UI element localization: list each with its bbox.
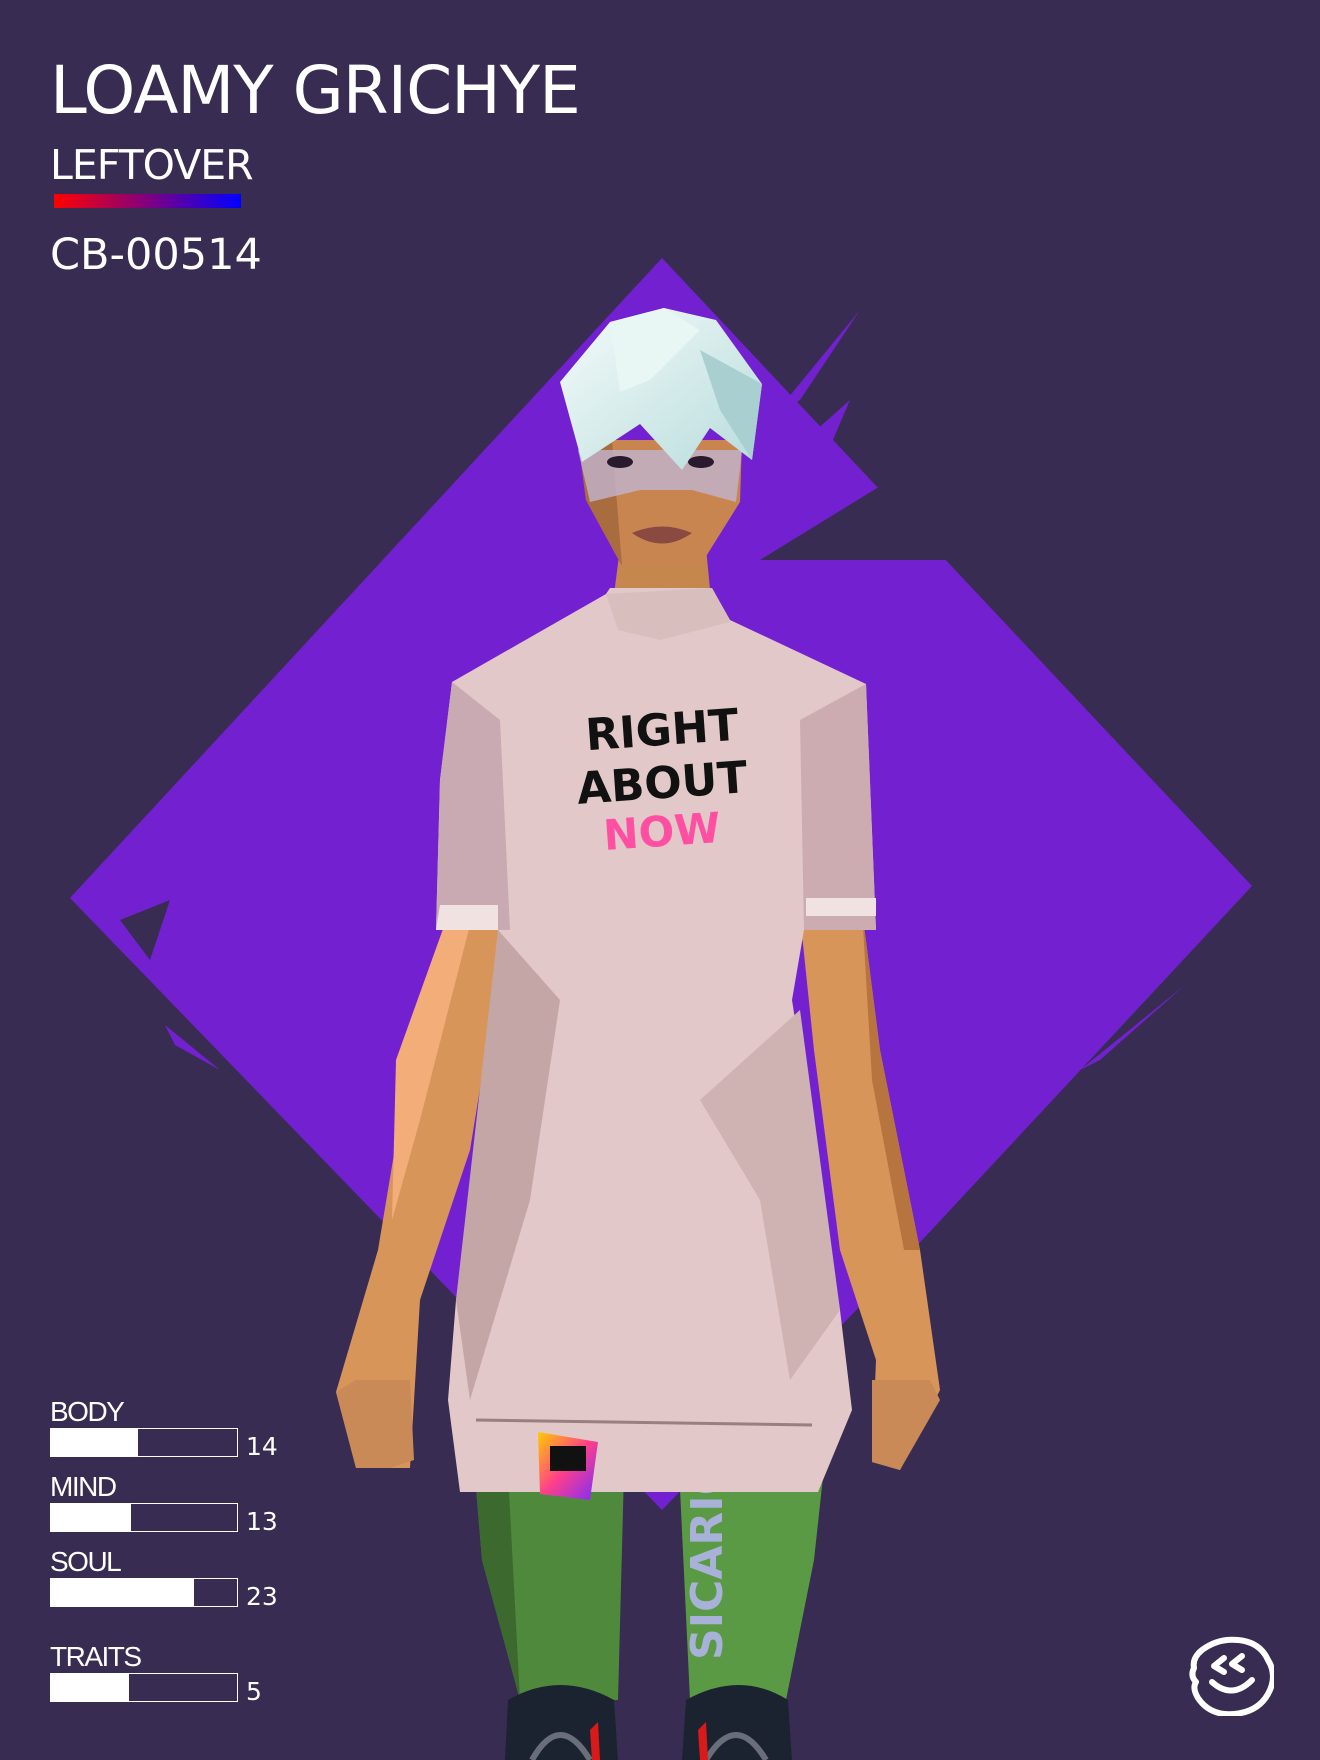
right-shoe xyxy=(682,1685,792,1760)
smiley-face-icon xyxy=(1189,1636,1274,1716)
stat-bar-fill xyxy=(51,1579,195,1606)
stat-bar xyxy=(50,1428,238,1457)
right-hand xyxy=(872,1380,940,1470)
svg-text:NOW: NOW xyxy=(602,803,722,860)
stat-bar xyxy=(50,1673,238,1702)
serial-number: CB-00514 xyxy=(50,230,262,280)
stat-traits: TRAITS 5 xyxy=(50,1643,310,1705)
cuff xyxy=(436,905,498,930)
left-shoe xyxy=(505,1685,618,1760)
stat-label: BODY xyxy=(50,1396,125,1427)
svg-text:RIGHT: RIGHT xyxy=(584,700,740,762)
stat-body: BODY 14 xyxy=(50,1398,310,1460)
stat-label: SOUL xyxy=(50,1546,122,1577)
stat-bar xyxy=(50,1503,238,1532)
stat-label: TRAITS xyxy=(50,1641,142,1672)
stat-mind: MIND 13 xyxy=(50,1473,310,1535)
left-eye xyxy=(607,456,633,468)
right-eye xyxy=(688,456,714,468)
cuff xyxy=(806,898,876,916)
stat-value: 5 xyxy=(246,1677,262,1706)
character-name: LOAMY GRICHYE xyxy=(50,52,581,129)
stat-bar-fill xyxy=(51,1674,130,1701)
stat-label: MIND xyxy=(50,1471,117,1502)
character-class: LEFTOVER xyxy=(50,141,254,189)
character-card: SICARIO RIGHT ABOUT NOW LOAMY GRICHYE LE… xyxy=(0,0,1320,1760)
stat-value: 14 xyxy=(246,1432,278,1461)
stat-value: 23 xyxy=(246,1582,278,1611)
shirt-shade xyxy=(800,684,876,930)
stat-bar-fill xyxy=(51,1429,139,1456)
stat-bar xyxy=(50,1578,238,1607)
stat-soul: SOUL 23 xyxy=(50,1548,310,1610)
class-gradient-bar xyxy=(54,194,241,208)
left-hand xyxy=(336,1380,414,1468)
stat-bar-fill xyxy=(51,1504,131,1531)
stat-value: 13 xyxy=(246,1507,278,1536)
